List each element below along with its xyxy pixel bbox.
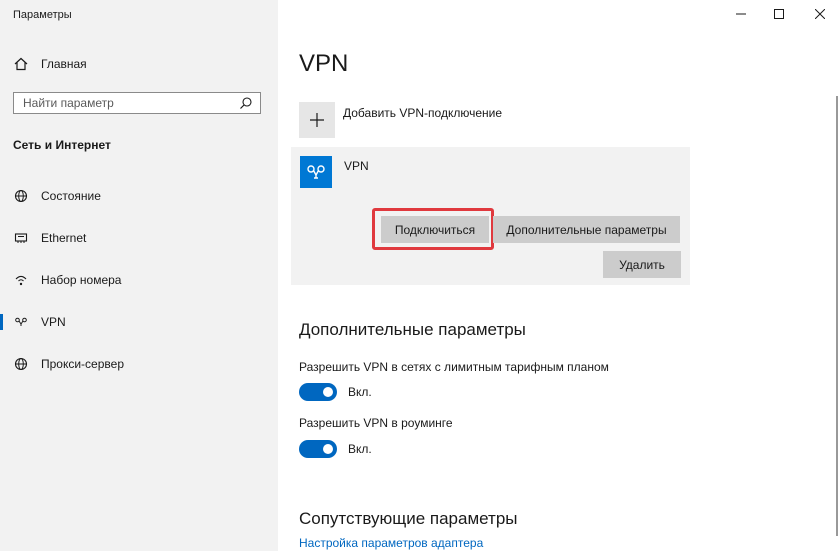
sidebar-item-ethernet[interactable]: Ethernet bbox=[0, 223, 278, 253]
window-title: Параметры bbox=[13, 9, 72, 21]
add-vpn-tile[interactable] bbox=[299, 102, 335, 138]
metered-option-label: Разрешить VPN в сетях с лимитным тарифны… bbox=[299, 360, 609, 374]
vpn-connection-name: VPN bbox=[344, 159, 369, 173]
maximize-button[interactable] bbox=[764, 4, 794, 24]
related-section-heading: Сопутствующие параметры bbox=[299, 509, 518, 528]
sidebar-item-vpn[interactable]: VPN bbox=[0, 307, 278, 337]
metered-toggle[interactable] bbox=[299, 383, 337, 401]
search-icon[interactable] bbox=[238, 95, 254, 111]
ethernet-icon bbox=[13, 230, 29, 246]
toggle-state-label: Вкл. bbox=[348, 385, 372, 399]
toggle-state-label: Вкл. bbox=[348, 442, 372, 456]
close-icon bbox=[812, 6, 828, 22]
home-label: Главная bbox=[41, 57, 87, 71]
delete-button[interactable]: Удалить bbox=[603, 251, 681, 278]
plus-icon bbox=[309, 112, 325, 128]
vpn-connection-card[interactable]: VPN Подключиться Дополнительные параметр… bbox=[291, 147, 690, 285]
dialup-icon bbox=[13, 272, 29, 288]
sidebar-item-label: Набор номера bbox=[41, 273, 122, 287]
vpn-connection-icon bbox=[300, 156, 332, 188]
roaming-toggle-row[interactable]: Вкл. bbox=[299, 440, 372, 458]
advanced-section-heading: Дополнительные параметры bbox=[299, 320, 526, 339]
home-icon bbox=[13, 56, 29, 72]
close-button[interactable] bbox=[805, 4, 835, 24]
roaming-toggle[interactable] bbox=[299, 440, 337, 458]
adapter-settings-link[interactable]: Настройка параметров адаптера bbox=[299, 536, 483, 550]
add-vpn-button[interactable]: Добавить VPN-подключение bbox=[299, 102, 502, 138]
globe-icon bbox=[13, 356, 29, 372]
maximize-icon bbox=[771, 6, 787, 22]
connect-button[interactable]: Подключиться bbox=[381, 216, 489, 243]
advanced-options-button[interactable]: Дополнительные параметры bbox=[493, 216, 680, 243]
section-title: Сеть и Интернет bbox=[13, 138, 111, 152]
search-input[interactable] bbox=[23, 93, 233, 113]
sidebar-item-label: VPN bbox=[41, 315, 66, 329]
roaming-option-label: Разрешить VPN в роуминге bbox=[299, 416, 453, 430]
page-title: VPN bbox=[299, 50, 349, 77]
metered-toggle-row[interactable]: Вкл. bbox=[299, 383, 372, 401]
sidebar-item-label: Прокси-сервер bbox=[41, 357, 124, 371]
minimize-button[interactable] bbox=[726, 4, 756, 24]
main-content: VPN Добавить VPN-подключение VPN Подключ… bbox=[278, 0, 840, 551]
sidebar-item-status[interactable]: Состояние bbox=[0, 181, 278, 211]
sidebar-item-label: Состояние bbox=[41, 189, 101, 203]
sidebar-item-proxy[interactable]: Прокси-сервер bbox=[0, 349, 278, 379]
scrollbar[interactable] bbox=[836, 96, 838, 536]
sidebar-item-dialup[interactable]: Набор номера bbox=[0, 265, 278, 295]
home-nav-item[interactable]: Главная bbox=[13, 56, 87, 72]
sidebar-item-label: Ethernet bbox=[41, 231, 87, 245]
globe-icon bbox=[13, 188, 29, 204]
add-vpn-label: Добавить VPN-подключение bbox=[343, 106, 502, 120]
vpn-icon bbox=[13, 314, 29, 330]
sidebar: Параметры Главная Сеть и Интернет Состоя… bbox=[0, 0, 278, 551]
search-box[interactable] bbox=[13, 92, 261, 114]
minimize-icon bbox=[733, 6, 749, 22]
